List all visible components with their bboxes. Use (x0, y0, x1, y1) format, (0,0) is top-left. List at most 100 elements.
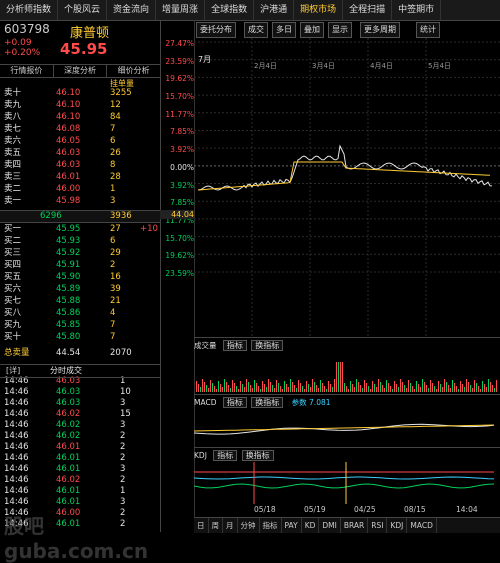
trade-row: 14:46 46.02 3 (0, 420, 160, 431)
period-tab[interactable]: PAY (282, 518, 302, 533)
volume-bar (372, 381, 373, 392)
period-tab[interactable]: DMI (319, 518, 341, 533)
volume-bar (250, 385, 251, 392)
order-book-row[interactable]: 买三 45.92 29 (0, 248, 160, 259)
order-book-row[interactable]: 卖三 46.01 28 (0, 172, 160, 183)
order-book-row[interactable]: 卖八 46.10 84 (0, 112, 160, 123)
chart-tool-trade[interactable]: 成交 (244, 22, 268, 38)
volume-bar (416, 381, 417, 392)
volume-bar (292, 382, 293, 392)
order-book-row[interactable]: 买九 45.85 7 (0, 320, 160, 331)
period-tab[interactable]: BRAR (341, 518, 369, 533)
order-book-row[interactable]: 买八 45.86 4 (0, 308, 160, 319)
macd-chart[interactable] (194, 409, 500, 445)
order-book-row[interactable]: 卖一 45.98 3 (0, 196, 160, 207)
trade-volume: 10 (120, 387, 131, 397)
order-price: 46.08 (56, 124, 81, 134)
order-price: 46.03 (56, 160, 81, 170)
top-tab[interactable]: 分析师指数 (0, 0, 59, 20)
volume-bar (400, 379, 401, 392)
panel-switch-button[interactable]: 换指标 (251, 397, 284, 408)
period-tab[interactable]: KD (302, 518, 320, 533)
order-level-label: 卖三 (4, 172, 22, 182)
order-book-row[interactable]: 卖七 46.08 7 (0, 124, 160, 135)
top-tab[interactable]: 资金流向 (107, 0, 157, 20)
volume-bar (258, 386, 259, 392)
trade-volume: 1 (120, 486, 126, 496)
kdj-chart[interactable] (194, 462, 500, 504)
panel-title: KDJ (194, 451, 207, 460)
trades-detail-link[interactable]: [详] (6, 365, 20, 377)
order-level-label: 买九 (4, 320, 22, 330)
order-book-row[interactable]: 买五 45.90 16 (0, 272, 160, 283)
order-book-row[interactable]: 卖九 46.10 12 (0, 100, 160, 111)
volume-bar (202, 379, 203, 392)
chart-tool-stats[interactable]: 统计 (416, 22, 440, 38)
period-tab[interactable]: MACD (407, 518, 437, 533)
period-tab[interactable]: 月 (223, 518, 238, 533)
cross-label: 7月 (198, 55, 212, 64)
volume-bar (396, 384, 397, 392)
top-tab[interactable]: 中签期市 (392, 0, 442, 20)
volume-chart[interactable] (194, 352, 500, 392)
order-book-summary: 6296 3936 (0, 210, 160, 223)
top-tab[interactable]: 全球指数 (205, 0, 255, 20)
period-tab[interactable]: RSI (368, 518, 388, 533)
chart-tool-entrust[interactable]: 委托分布 (196, 22, 236, 38)
period-tab[interactable]: 指标 (260, 518, 282, 533)
volume-bar (318, 388, 319, 392)
total-label: 总卖量 (4, 348, 30, 358)
price-chart[interactable]: 2月4日 3月4日 4月4日 5月4日 (194, 38, 500, 338)
chart-tool-multiday[interactable]: 多日 (272, 22, 296, 38)
trade-price: 46.03 (56, 398, 81, 408)
panel-indicator-button[interactable]: 指标 (222, 397, 247, 408)
watermark: 股吧 guba.com.cn (4, 514, 149, 563)
volume-bar (302, 386, 303, 392)
top-tab[interactable]: 全程扫描 (343, 0, 393, 20)
chart-tool-period[interactable]: 更多周期 (360, 22, 400, 38)
order-book-row[interactable]: 卖二 46.00 1 (0, 184, 160, 195)
order-book-row[interactable]: 买十 45.80 7 (0, 332, 160, 343)
volume-bar (304, 389, 305, 392)
quote-tab[interactable]: 深度分析 (54, 65, 108, 77)
top-tab[interactable]: 沪港通 (254, 0, 295, 20)
order-price: 45.85 (56, 320, 81, 330)
order-level-label: 卖九 (4, 100, 22, 110)
quote-tab[interactable]: 行情报价 (0, 65, 54, 77)
quote-tab[interactable]: 细价分析 (107, 65, 160, 77)
volume-bar (214, 386, 215, 392)
chart-tool-overlay[interactable]: 叠加 (300, 22, 324, 38)
order-book-row[interactable]: 卖十 46.10 3255 (0, 88, 160, 99)
panel-indicator-button[interactable]: 指标 (222, 340, 247, 351)
order-book-row[interactable]: 买七 45.88 21 (0, 296, 160, 307)
top-tab-active[interactable]: 期权市场 (294, 0, 344, 20)
period-tab[interactable]: KDJ (387, 518, 408, 533)
top-tab[interactable]: 个股风云 (58, 0, 108, 20)
order-book-row[interactable]: 买四 45.91 2 (0, 260, 160, 271)
volume-bar (260, 389, 261, 392)
order-book-row[interactable]: 买二 45.93 6 (0, 236, 160, 247)
order-book-row[interactable]: 买一 45.95 27 +10 (0, 224, 160, 235)
panel-switch-button[interactable]: 换指标 (251, 340, 284, 351)
period-tab[interactable]: 分钟 (238, 518, 260, 533)
volume-bar (404, 385, 405, 392)
volume-bar (288, 387, 289, 392)
order-book-row[interactable]: 卖六 46.05 6 (0, 136, 160, 147)
top-tab[interactable]: 增量周涨 (156, 0, 206, 20)
panel-title: 成交量 (194, 341, 217, 350)
order-price: 46.00 (56, 184, 81, 194)
volume-bar (334, 379, 335, 392)
order-book-row[interactable]: 卖四 46.03 8 (0, 160, 160, 171)
volume-bar (414, 389, 415, 392)
order-book-row[interactable]: 卖五 46.03 26 (0, 148, 160, 159)
volume-bar (310, 387, 311, 392)
volume-bar (492, 385, 493, 392)
period-tab[interactable]: 日 (194, 518, 209, 533)
order-book-row[interactable]: 买六 45.89 39 (0, 284, 160, 295)
chart-tool-display[interactable]: 显示 (328, 22, 352, 38)
panel-switch-button[interactable]: 换指标 (241, 450, 274, 461)
period-tab[interactable]: 周 (209, 518, 223, 533)
trade-time: 14:46 (4, 409, 29, 419)
panel-indicator-button[interactable]: 指标 (213, 450, 238, 461)
volume-bar (486, 387, 487, 392)
